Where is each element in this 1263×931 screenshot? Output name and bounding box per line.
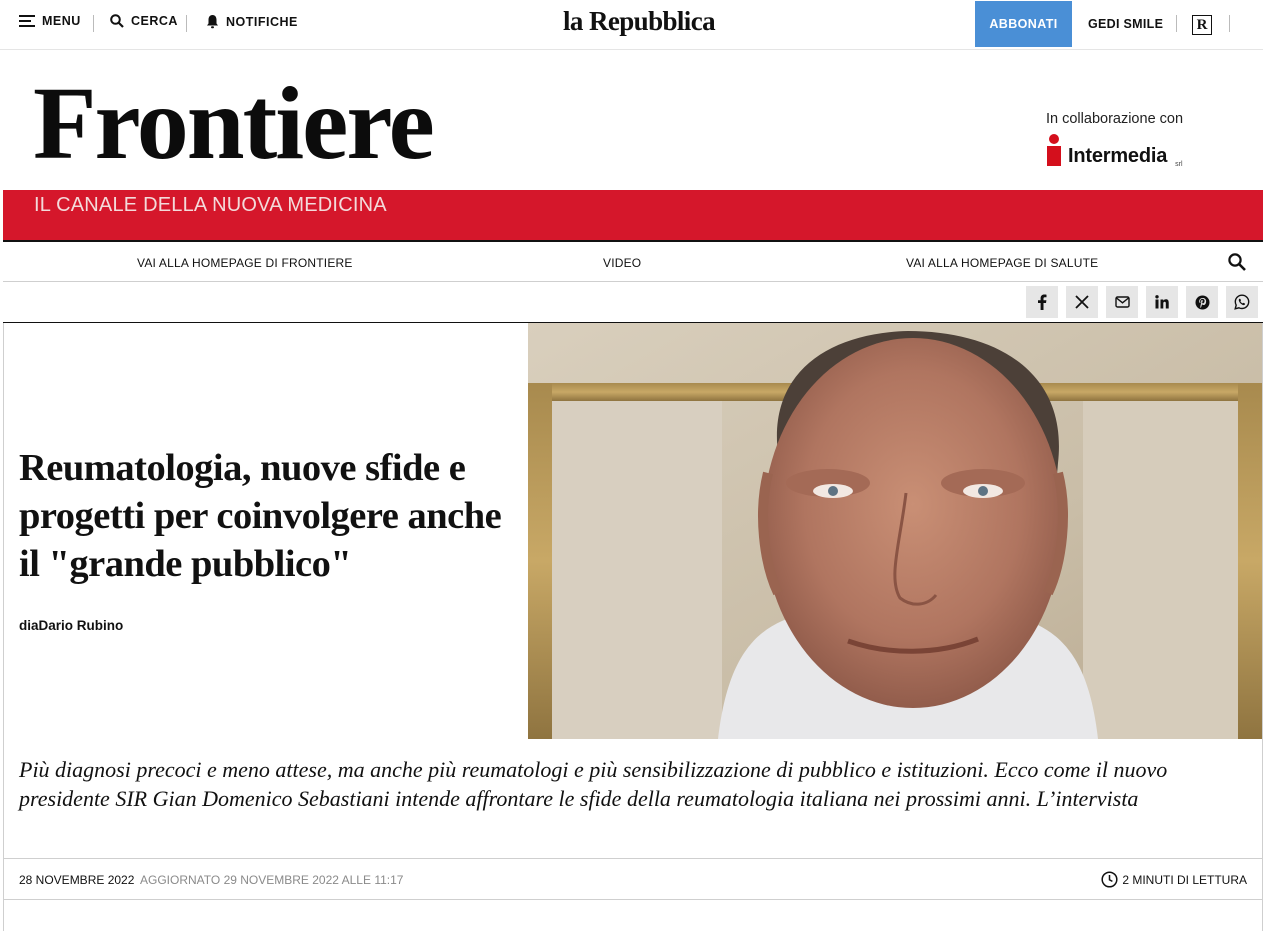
article-headline: Reumatologia, nuove sfide e progetti per… (19, 447, 502, 585)
share-x-button[interactable] (1066, 286, 1098, 318)
gedi-smile-link[interactable]: GEDI SMILE (1088, 17, 1163, 31)
share-linkedin-button[interactable] (1146, 286, 1178, 318)
bell-icon (207, 15, 218, 29)
nav-video[interactable]: VIDEO (603, 256, 641, 270)
partner-suffix: srl (1175, 161, 1183, 168)
share-bar (3, 282, 1263, 323)
collaboration-text: In collaborazione con (1046, 111, 1184, 127)
search-label: CERCA (131, 14, 178, 28)
reading-time: 2 MINUTI DI LETTURA (1101, 871, 1247, 888)
divider (93, 15, 94, 32)
subscribe-button[interactable]: ABBONATI (975, 1, 1072, 47)
notifications-label: NOTIFICHE (226, 14, 298, 29)
publish-date: 28 NOVEMBRE 2022 (19, 873, 135, 887)
nav-frontiere-home[interactable]: VAI ALLA HOMEPAGE DI FRONTIERE (137, 256, 353, 270)
pinterest-icon (1195, 295, 1209, 309)
article-meta: 28 NOVEMBRE 2022 AGGIORNATO 29 NOVEMBRE … (3, 858, 1263, 900)
updated-date: AGGIORNATO 29 NOVEMBRE 2022 ALLE 11:17 (140, 873, 404, 887)
section-navigation: VAI ALLA HOMEPAGE DI FRONTIERE VIDEO VAI… (3, 240, 1263, 282)
repubblica-r-icon[interactable]: R (1192, 15, 1212, 35)
intermedia-i-icon (1046, 134, 1062, 168)
share-whatsapp-button[interactable] (1226, 286, 1258, 318)
article-photo[interactable] (528, 323, 1262, 739)
search-icon[interactable] (1227, 252, 1247, 272)
intermedia-logo: Intermedia srl (1046, 134, 1183, 168)
article-byline[interactable]: diaDario Rubino (19, 618, 123, 633)
hamburger-icon (19, 15, 35, 27)
content-border-left (3, 323, 4, 931)
portrait-image (528, 323, 1262, 739)
share-mail-button[interactable] (1106, 286, 1138, 318)
top-navigation-bar: MENU CERCA NOTIFICHE la Repubblica ABBON… (0, 0, 1263, 50)
site-logo[interactable]: la Repubblica (563, 6, 716, 37)
x-icon (1075, 295, 1089, 309)
search-button[interactable]: CERCA (110, 14, 178, 28)
share-pinterest-button[interactable] (1186, 286, 1218, 318)
banner-title: Frontiere (33, 66, 435, 181)
divider (1229, 15, 1230, 32)
whatsapp-icon (1234, 294, 1250, 310)
menu-label: MENU (42, 14, 81, 28)
share-facebook-button[interactable] (1026, 286, 1058, 318)
frontiere-banner[interactable]: Frontiere In collaborazione con Intermed… (3, 70, 1263, 240)
notifications-button[interactable]: NOTIFICHE (206, 14, 298, 29)
partner-name: Intermedia (1068, 145, 1168, 167)
divider (1176, 15, 1177, 32)
linkedin-icon (1155, 295, 1169, 309)
nav-salute-home[interactable]: VAI ALLA HOMEPAGE DI SALUTE (906, 256, 1098, 270)
reading-time-label: 2 MINUTI DI LETTURA (1122, 872, 1247, 887)
banner-subtitle: IL CANALE DELLA NUOVA MEDICINA (34, 194, 387, 216)
facebook-icon (1038, 294, 1047, 310)
mail-icon (1114, 296, 1130, 308)
search-icon (110, 14, 124, 28)
menu-button[interactable]: MENU (19, 14, 81, 28)
article-summary: Più diagnosi precoci e meno attese, ma a… (19, 757, 1168, 811)
divider (186, 15, 187, 32)
clock-icon (1101, 871, 1118, 888)
